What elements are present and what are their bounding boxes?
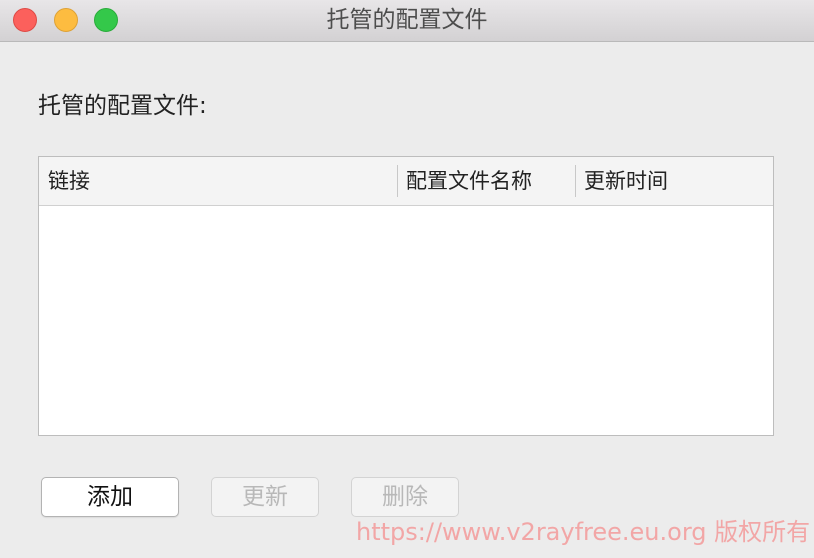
column-header-link[interactable]: 链接 xyxy=(48,157,90,205)
watermark-text: https://www.v2rayfree.eu.org 版权所有 xyxy=(356,518,811,546)
managed-profiles-window: 托管的配置文件 托管的配置文件: 链接 配置文件名称 更新时间 添加 更新 删除… xyxy=(0,0,814,558)
column-header-profile-name[interactable]: 配置文件名称 xyxy=(406,157,532,205)
profiles-table[interactable]: 链接 配置文件名称 更新时间 xyxy=(38,156,774,436)
delete-button[interactable]: 删除 xyxy=(351,477,459,517)
title-bar[interactable]: 托管的配置文件 xyxy=(0,0,814,42)
add-button[interactable]: 添加 xyxy=(41,477,179,517)
update-button[interactable]: 更新 xyxy=(211,477,319,517)
column-divider[interactable] xyxy=(397,165,398,197)
section-label: 托管的配置文件: xyxy=(38,93,207,119)
window-title: 托管的配置文件 xyxy=(326,7,488,33)
column-divider[interactable] xyxy=(575,165,576,197)
column-header-update-time[interactable]: 更新时间 xyxy=(584,157,668,205)
table-header: 链接 配置文件名称 更新时间 xyxy=(39,157,773,206)
